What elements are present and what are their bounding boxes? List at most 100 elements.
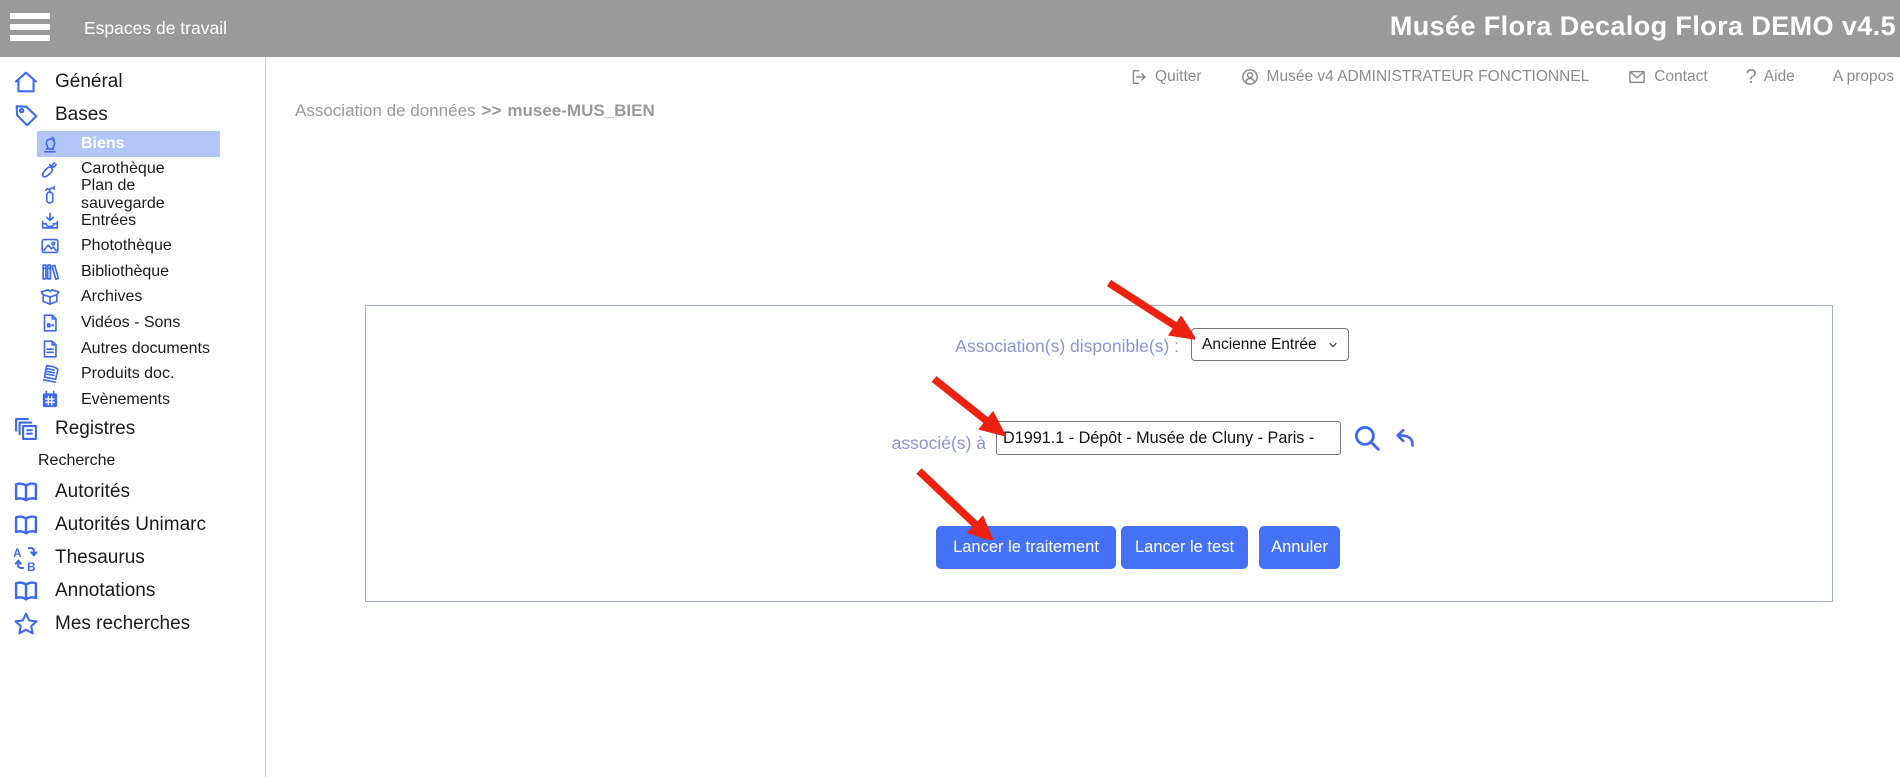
star-icon — [12, 610, 40, 638]
associe-label: associé(s) à — [366, 433, 986, 454]
sidebar-item-label: Bases — [55, 104, 108, 126]
sidebar-item-entrees[interactable]: Entrées — [0, 208, 265, 234]
sidebar-item-label: Photothèque — [81, 237, 172, 255]
tag-icon — [12, 101, 40, 129]
calendar-icon — [39, 389, 61, 411]
sidebar-item-label: Archives — [81, 288, 142, 306]
annuler-button[interactable]: Annuler — [1259, 526, 1340, 569]
breadcrumb: Association de données >> musee-MUS_BIEN — [295, 101, 655, 121]
association-form-panel: Association(s) disponible(s) : Ancienne … — [365, 305, 1833, 602]
lancer-test-button[interactable]: Lancer le test — [1121, 526, 1248, 569]
associe-input[interactable] — [996, 421, 1341, 455]
user-icon — [1240, 67, 1260, 87]
sidebar-item-label: Produits doc. — [81, 365, 174, 383]
header-link-musee-v4-administrateur-fonctionnel[interactable]: Musée v4 ADMINISTRATEUR FONCTIONNEL — [1240, 67, 1590, 87]
archive-box-icon — [39, 286, 61, 308]
translate-icon: AB — [12, 544, 40, 572]
header-link-aide[interactable]: ? Aide — [1746, 67, 1795, 87]
sidebar-item-bibliotheque[interactable]: Bibliothèque — [0, 259, 265, 285]
mail-icon — [1627, 67, 1647, 87]
sidebar-item-plan-de-sauvegarde[interactable]: Plan de sauvegarde — [0, 182, 265, 208]
sidebar-item-general[interactable]: Général — [0, 65, 265, 98]
open-book-icon — [12, 478, 40, 506]
sidebar-item-inner: Entrées — [37, 208, 220, 234]
header-link-quitter[interactable]: Quitter — [1128, 67, 1202, 87]
breadcrumb-separator: >> — [482, 101, 502, 120]
sidebar-item-bases[interactable]: Bases — [0, 98, 265, 131]
search-icon[interactable] — [1352, 423, 1382, 453]
chevron-down-icon — [1326, 338, 1340, 352]
sidebar-item-label: Autorités Unimarc — [55, 514, 206, 536]
paper-stack-icon — [39, 363, 61, 385]
sidebar-item-label: Registres — [55, 418, 135, 440]
header-link-a-propos[interactable]: A propos — [1833, 68, 1894, 86]
association-select[interactable]: Ancienne Entrée — [1191, 328, 1349, 361]
sidebar-item-label: Evènements — [81, 391, 170, 409]
sidebar-item-inner: Archives — [37, 285, 220, 311]
sidebar-item-label: Autorités — [55, 481, 130, 503]
breadcrumb-current: musee-MUS_BIEN — [507, 101, 654, 120]
sidebar-item-annotations[interactable]: Annotations — [0, 575, 265, 608]
registers-icon — [12, 415, 40, 443]
breadcrumb-section[interactable]: Association de données — [295, 101, 476, 120]
sidebar-item-label: Vidéos - Sons — [81, 314, 180, 332]
header-link-label: Quitter — [1155, 68, 1202, 86]
sidebar: Général Bases Biens Carothèque Plan de sauve… — [0, 57, 266, 777]
sidebar-item-inner: Bibliothèque — [37, 259, 220, 285]
sidebar-item-biens[interactable]: Biens — [0, 131, 265, 157]
sidebar-item-videos-sons[interactable]: Vidéos - Sons — [0, 310, 265, 336]
sidebar-item-autres-documents[interactable]: Autres documents — [0, 336, 265, 362]
sidebar-item-label: Général — [55, 71, 123, 93]
open-book-icon — [12, 577, 40, 605]
header-link-label: Aide — [1764, 68, 1795, 86]
sidebar-item-inner: Photothèque — [37, 233, 220, 259]
sidebar-item-label: Carothèque — [81, 160, 165, 178]
photo-icon — [39, 235, 61, 257]
exit-icon — [1128, 67, 1148, 87]
open-book-icon — [12, 511, 40, 539]
sidebar-item-label: Mes recherches — [55, 613, 190, 635]
app-title: Musée Flora Decalog Flora DEMO v4.5 — [1390, 11, 1896, 42]
question-icon: ? — [1746, 67, 1757, 87]
header-link-label: Contact — [1654, 68, 1707, 86]
sidebar-item-label: Recherche — [38, 452, 115, 470]
sidebar-item-produits-doc[interactable]: Produits doc. — [0, 361, 265, 387]
sidebar-item-mes-recherches[interactable]: Mes recherches — [0, 608, 265, 641]
books-icon — [39, 261, 61, 283]
sidebar-item-label: Entrées — [81, 212, 136, 230]
association-available-label: Association(s) disponible(s) : — [366, 336, 1179, 357]
sidebar-item-recherche[interactable]: Recherche — [0, 446, 265, 476]
sidebar-item-inner: Evènements — [37, 387, 220, 413]
sidebar-item-label: Autres documents — [81, 340, 210, 358]
core-sample-icon — [39, 158, 61, 180]
sidebar-item-thesaurus[interactable]: AB Thesaurus — [0, 542, 265, 575]
hamburger-menu-icon[interactable] — [10, 13, 50, 45]
sidebar-item-inner: Autres documents — [37, 336, 220, 362]
sidebar-item-autorites-unimarc[interactable]: Autorités Unimarc — [0, 509, 265, 542]
document-icon — [39, 338, 61, 360]
sidebar-item-inner: Vidéos - Sons — [37, 310, 220, 336]
sidebar-item-label: Biens — [81, 135, 125, 153]
sidebar-item-inner: Biens — [37, 131, 220, 157]
sidebar-item-phototheque[interactable]: Photothèque — [0, 233, 265, 259]
header-link-contact[interactable]: Contact — [1627, 67, 1707, 87]
home-icon — [12, 68, 40, 96]
sidebar-item-inner: Plan de sauvegarde — [37, 182, 220, 208]
extinguisher-icon — [39, 184, 61, 206]
header-link-label: Musée v4 ADMINISTRATEUR FONCTIONNEL — [1267, 68, 1590, 86]
sidebar-item-registres[interactable]: Registres — [0, 413, 265, 446]
sidebar-item-evenements[interactable]: Evènements — [0, 387, 265, 413]
sidebar-item-label: Bibliothèque — [81, 263, 169, 281]
lancer-traitement-button[interactable]: Lancer le traitement — [936, 526, 1116, 569]
svg-text:A: A — [13, 547, 22, 560]
workspace-label: Espaces de travail — [84, 18, 227, 39]
sidebar-item-label: Thesaurus — [55, 547, 145, 569]
header-link-label: A propos — [1833, 68, 1894, 86]
sidebar-item-archives[interactable]: Archives — [0, 285, 265, 311]
top-bar: Espaces de travail Musée Flora Decalog F… — [0, 0, 1900, 57]
sidebar-item-label: Annotations — [55, 580, 155, 602]
sidebar-item-autorites[interactable]: Autorités — [0, 476, 265, 509]
header-links: Quitter Musée v4 ADMINISTRATEUR FONCTIONN… — [0, 57, 1900, 97]
undo-icon[interactable] — [1389, 424, 1417, 452]
association-select-value: Ancienne Entrée — [1202, 336, 1317, 354]
